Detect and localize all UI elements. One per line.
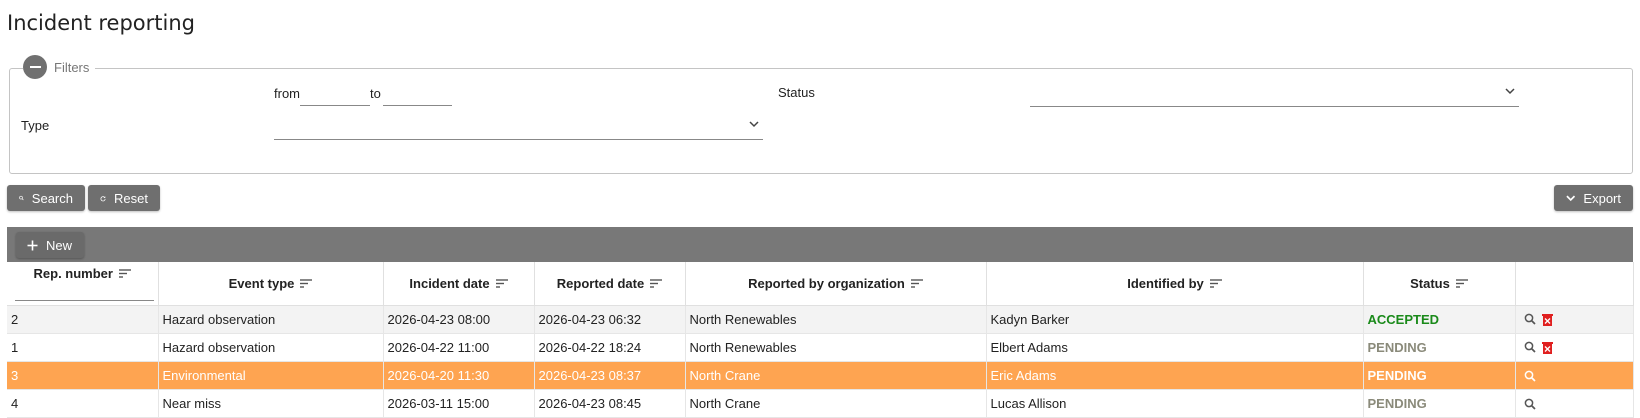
- search-icon: [19, 195, 24, 201]
- magnifier-icon[interactable]: [1524, 398, 1536, 410]
- column-header-rep-number[interactable]: Rep. number: [7, 262, 159, 306]
- cell-actions: [1515, 333, 1634, 362]
- cell-status: PENDING: [1363, 361, 1516, 390]
- column-header-label: Reported date: [556, 276, 645, 291]
- magnifier-icon[interactable]: [1524, 313, 1536, 325]
- column-header-actions: [1515, 262, 1634, 306]
- cell-actions: [1515, 305, 1634, 334]
- rep-number-filter-input[interactable]: [15, 300, 154, 301]
- cell-incident-date: 2026-04-23 08:00: [383, 305, 535, 334]
- column-header-label: Reported by organization: [748, 276, 905, 291]
- cell-reported-date: 2026-04-23 06:32: [534, 305, 686, 334]
- collapse-filters-button[interactable]: [23, 55, 47, 79]
- column-header-label: Incident date: [409, 276, 490, 291]
- column-header-incident-date[interactable]: Incident date: [383, 262, 535, 306]
- cell-event-type: Hazard observation: [158, 305, 384, 334]
- filters-label: Filters: [54, 59, 90, 75]
- cell-reported-date: 2026-04-23 08:37: [534, 361, 686, 390]
- cell-rep-number: 3: [7, 361, 159, 390]
- column-header-label: Status: [1410, 276, 1450, 291]
- cell-actions: [1515, 361, 1634, 390]
- delete-icon[interactable]: [1541, 341, 1553, 354]
- cell-organization: North Renewables: [685, 305, 987, 334]
- reset-button-label: Reset: [114, 190, 148, 206]
- cell-rep-number: 4: [7, 389, 159, 418]
- filters-legend: Filters: [23, 55, 96, 79]
- column-header-identified-by[interactable]: Identified by: [986, 262, 1364, 306]
- to-label: to: [370, 86, 381, 101]
- sort-icon[interactable]: [650, 279, 663, 288]
- incidents-table: Rep. number Event type Incident date Rep…: [7, 262, 1634, 418]
- sort-icon[interactable]: [300, 279, 313, 288]
- table-row[interactable]: 1 Hazard observation 2026-04-22 11:00 2026-…: [7, 333, 1634, 362]
- cell-rep-number: 2: [7, 305, 159, 334]
- plus-icon: [27, 240, 38, 250]
- search-button[interactable]: Search: [7, 185, 85, 211]
- reset-button[interactable]: Reset: [88, 185, 160, 211]
- cell-incident-date: 2026-04-20 11:30: [383, 361, 535, 390]
- date-from-input[interactable]: [300, 85, 370, 106]
- sort-icon[interactable]: [495, 279, 508, 288]
- column-header-label: Identified by: [1127, 276, 1204, 291]
- cell-identified-by: Kadyn Barker: [986, 305, 1364, 334]
- cell-identified-by: Lucas Allison: [986, 389, 1364, 418]
- date-to-input[interactable]: [383, 85, 452, 106]
- chevron-down-icon: [1566, 195, 1576, 201]
- column-header-label: Event type: [228, 276, 295, 291]
- table-header-row: Rep. number Event type Incident date Rep…: [7, 262, 1634, 306]
- cell-incident-date: 2026-03-11 15:00: [383, 389, 535, 418]
- magnifier-icon[interactable]: [1524, 341, 1536, 353]
- new-button[interactable]: New: [16, 232, 85, 258]
- cell-organization: North Crane: [685, 389, 987, 418]
- chevron-down-icon: [749, 121, 759, 128]
- minus-circle-icon: [29, 66, 41, 68]
- column-header-reported-date[interactable]: Reported date: [534, 262, 686, 306]
- from-label: from: [274, 86, 300, 101]
- cell-status: ACCEPTED: [1363, 305, 1516, 334]
- chevron-down-icon: [1505, 88, 1515, 95]
- new-button-label: New: [46, 237, 73, 253]
- export-button[interactable]: Export: [1554, 185, 1633, 211]
- cell-identified-by: Elbert Adams: [986, 333, 1364, 362]
- table-row[interactable]: 3 Environmental 2026-04-20 11:30 2026-04-23…: [7, 361, 1634, 390]
- column-header-event-type[interactable]: Event type: [158, 262, 384, 306]
- magnifier-icon[interactable]: [1524, 370, 1536, 382]
- cell-event-type: Hazard observation: [158, 333, 384, 362]
- type-label: Type: [21, 118, 50, 133]
- cell-status: PENDING: [1363, 333, 1516, 362]
- cell-identified-by: Eric Adams: [986, 361, 1364, 390]
- cell-rep-number: 1: [7, 333, 159, 362]
- cell-organization: North Crane: [685, 361, 987, 390]
- page-title: Incident reporting: [7, 11, 195, 35]
- cell-actions: [1515, 389, 1634, 418]
- sort-icon[interactable]: [1209, 279, 1222, 288]
- sort-icon[interactable]: [118, 269, 131, 278]
- table-row[interactable]: 2 Hazard observation 2026-04-23 08:00 2026-…: [7, 305, 1634, 334]
- export-button-label: Export: [1583, 190, 1621, 206]
- sort-icon[interactable]: [1455, 279, 1468, 288]
- column-header-status[interactable]: Status: [1363, 262, 1516, 306]
- table-row[interactable]: 4 Near miss 2026-03-11 15:00 2026-04-23 08:…: [7, 389, 1634, 418]
- filters-panel: Filters from to Status Type: [9, 55, 1633, 174]
- status-select[interactable]: [1030, 84, 1519, 107]
- table-toolbar: New: [7, 227, 1633, 262]
- column-header-reported-by-organization[interactable]: Reported by organization: [685, 262, 987, 306]
- table-body: 2 Hazard observation 2026-04-23 08:00 2026-…: [7, 305, 1634, 418]
- cell-organization: North Renewables: [685, 333, 987, 362]
- sort-icon[interactable]: [910, 279, 923, 288]
- cell-reported-date: 2026-04-23 08:45: [534, 389, 686, 418]
- cell-reported-date: 2026-04-22 18:24: [534, 333, 686, 362]
- cell-event-type: Near miss: [158, 389, 384, 418]
- search-button-label: Search: [31, 190, 73, 206]
- cell-status: PENDING: [1363, 389, 1516, 418]
- delete-icon[interactable]: [1541, 313, 1553, 326]
- cell-incident-date: 2026-04-22 11:00: [383, 333, 535, 362]
- column-header-label: Rep. number: [33, 266, 113, 281]
- cell-event-type: Environmental: [158, 361, 384, 390]
- status-label: Status: [778, 85, 815, 100]
- refresh-icon: [100, 195, 106, 201]
- type-select[interactable]: [274, 117, 763, 140]
